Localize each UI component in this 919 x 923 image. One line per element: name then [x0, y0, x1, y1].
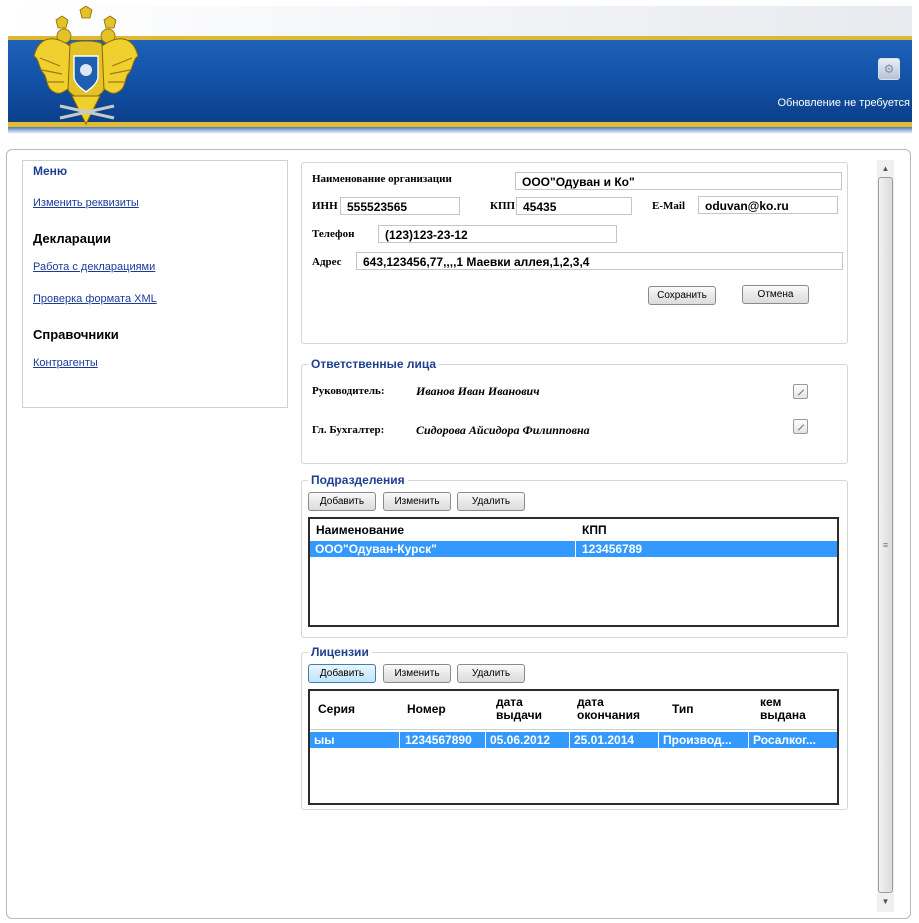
address-label: Адрес — [312, 256, 342, 268]
email-label: E-Mail — [652, 200, 685, 212]
header-blue-band — [8, 40, 912, 122]
menu-title: Меню — [33, 164, 68, 178]
edit-director-icon[interactable] — [793, 384, 808, 399]
licenses-table: Серия Номер дата выдачи дата окончания Т… — [308, 689, 839, 805]
inn-label: ИНН — [312, 200, 338, 212]
divisions-edit-button[interactable]: Изменить — [383, 492, 451, 511]
column-header-kpp[interactable]: КПП — [582, 524, 607, 537]
divisions-delete-button[interactable]: Удалить — [457, 492, 525, 511]
app-header: ⚙ Обновление не требуется — [8, 6, 912, 134]
scrollbar-thumb[interactable] — [878, 177, 893, 893]
licenses-edit-button[interactable]: Изменить — [383, 664, 451, 683]
licenses-title: Лицензии — [308, 645, 372, 659]
responsible-persons-group: Ответственные лица — [301, 357, 848, 464]
sidebar-link-counterparties[interactable]: Контрагенты — [33, 357, 98, 369]
inn-field[interactable]: 555523565 — [340, 197, 460, 215]
phone-field[interactable]: (123)123-23-12 — [378, 225, 617, 243]
column-header-type[interactable]: Тип — [672, 703, 694, 716]
licenses-table-header: Серия Номер дата выдачи дата окончания Т… — [310, 691, 837, 730]
update-status-text: Обновление не требуется — [777, 97, 910, 109]
divisions-table-header: Наименование КПП — [310, 519, 837, 542]
license-series-cell: ыы — [310, 732, 400, 748]
column-header-issued-by[interactable]: кем выдана — [760, 696, 806, 722]
double-headed-eagle-emblem — [33, 6, 139, 126]
director-name: Иванов Иван Иванович — [416, 384, 540, 398]
license-issued-by-cell: Росалког... — [753, 733, 816, 747]
division-name-cell: ООО"Одуван-Курск" — [310, 541, 576, 557]
cancel-button[interactable]: Отмена — [742, 285, 809, 304]
scroll-down-arrow-icon[interactable]: ▼ — [877, 893, 894, 910]
license-end-date-cell: 25.01.2014 — [570, 732, 659, 748]
kpp-field[interactable]: 45435 — [516, 197, 632, 215]
save-button[interactable]: Сохранить — [648, 286, 716, 305]
sidebar-section-declarations: Декларации — [33, 231, 111, 246]
address-field[interactable]: 643,123456,77,,,,1 Маевки аллея,1,2,3,4 — [356, 252, 843, 270]
license-type-cell: Производ... — [659, 732, 749, 748]
licenses-add-button[interactable]: Добавить — [308, 664, 376, 683]
column-header-series[interactable]: Серия — [318, 703, 355, 716]
table-row[interactable]: ыы 1234567890 05.06.2012 25.01.2014 Прои… — [310, 732, 837, 748]
divisions-title: Подразделения — [308, 473, 408, 487]
accountant-name: Сидорова Айсидора Филипповна — [416, 423, 590, 437]
header-sky — [8, 6, 912, 36]
table-row[interactable]: ООО"Одуван-Курск" 123456789 — [310, 541, 837, 557]
issue-date-line2: выдачи — [496, 708, 542, 722]
accountant-label: Гл. Бухгалтер: — [312, 424, 385, 436]
edit-accountant-icon[interactable] — [793, 419, 808, 434]
end-date-line2: окончания — [577, 708, 641, 722]
issued-by-line2: выдана — [760, 708, 806, 722]
responsible-persons-title: Ответственные лица — [308, 357, 440, 371]
sidebar-link-xml-check[interactable]: Проверка формата XML — [33, 293, 157, 305]
org-name-label: Наименование организации — [312, 173, 452, 185]
header-shadow — [8, 127, 912, 134]
column-header-issue-date[interactable]: дата выдачи — [496, 696, 542, 722]
scroll-up-arrow-icon[interactable]: ▲ — [877, 160, 894, 177]
divisions-table: Наименование КПП ООО"Одуван-Курск" 12345… — [308, 517, 839, 627]
sidebar-link-edit-requisites[interactable]: Изменить реквизиты — [33, 197, 139, 209]
divisions-add-button[interactable]: Добавить — [308, 492, 376, 511]
license-issue-date-cell: 05.06.2012 — [486, 732, 570, 748]
sidebar-menu: Меню Изменить реквизиты Декларации Работ… — [22, 160, 288, 408]
division-kpp-cell: 123456789 — [582, 542, 643, 556]
column-header-number[interactable]: Номер — [407, 703, 446, 716]
org-name-field[interactable]: ООО"Одуван и Ко" — [515, 172, 842, 190]
licenses-delete-button[interactable]: Удалить — [457, 664, 525, 683]
director-label: Руководитель: — [312, 385, 385, 397]
scrollbar-grip-icon: ≡ — [882, 540, 889, 550]
phone-label: Телефон — [312, 228, 355, 240]
column-header-name[interactable]: Наименование — [316, 524, 404, 537]
license-number-cell: 1234567890 — [400, 732, 486, 748]
sidebar-link-declarations-work[interactable]: Работа с декларациями — [33, 261, 155, 273]
kpp-label: КПП — [490, 200, 516, 212]
column-header-end-date[interactable]: дата окончания — [577, 696, 640, 722]
email-field[interactable]: oduvan@ko.ru — [698, 196, 838, 214]
sidebar-section-references: Справочники — [33, 327, 119, 342]
update-settings-icon[interactable]: ⚙ — [878, 58, 900, 80]
